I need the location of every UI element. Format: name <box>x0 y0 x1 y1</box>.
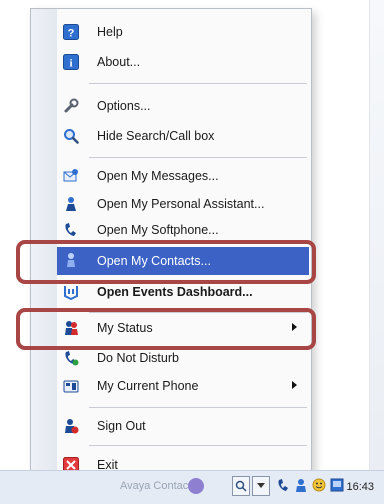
menu-item-label: Sign Out <box>97 419 146 433</box>
submenu-arrow-icon <box>292 381 297 389</box>
menu-item-label: Open Events Dashboard... <box>97 285 253 299</box>
menu-item-label: Open My Personal Assistant... <box>97 197 265 211</box>
current-phone-icon <box>62 377 80 395</box>
softphone-icon <box>62 221 80 239</box>
menu-item-label: Options... <box>97 99 151 113</box>
menu-item-label: My Current Phone <box>97 379 199 393</box>
menu-separator <box>89 83 307 84</box>
messages-icon <box>62 167 80 185</box>
tray-phone-icon[interactable] <box>276 478 290 492</box>
tray-user-icon[interactable] <box>294 478 308 492</box>
menu-item-my-current-phone[interactable]: My Current Phone <box>57 373 309 399</box>
taskbar: Avaya Contact 16:43 <box>0 470 384 504</box>
desktop-background <box>369 0 384 503</box>
menu-item-label: Hide Search/Call box <box>97 129 215 143</box>
highlight-outline-status <box>16 308 316 350</box>
menu-item-options[interactable]: Options... <box>57 93 309 119</box>
taskbar-dropdown-icon[interactable] <box>252 476 270 496</box>
taskbar-clock[interactable]: 16:43 <box>346 481 374 493</box>
presence-orb-icon[interactable] <box>188 478 204 494</box>
svg-text:?: ? <box>68 28 75 40</box>
menu-item-label: Do Not Disturb <box>97 351 179 365</box>
menu-item-open-personal-assistant[interactable]: Open My Personal Assistant... <box>57 191 309 217</box>
menu-item-label: Open My Messages... <box>97 169 219 183</box>
taskbar-search-field[interactable]: Avaya Contact <box>120 480 191 492</box>
events-dashboard-icon <box>62 283 80 301</box>
menu-item-label: Help <box>97 25 123 39</box>
tray-network-icon[interactable] <box>330 478 344 492</box>
menu-item-open-messages[interactable]: Open My Messages... <box>57 163 309 189</box>
tray-smiley-icon[interactable] <box>312 478 326 492</box>
info-icon: i <box>62 53 80 71</box>
menu-item-help[interactable]: ? Help <box>57 19 309 45</box>
menu-separator <box>89 407 307 408</box>
magnifier-icon <box>62 127 80 145</box>
menu-item-label: Open My Softphone... <box>97 223 219 237</box>
menu-item-sign-out[interactable]: Sign Out <box>57 413 309 439</box>
help-icon: ? <box>62 23 80 41</box>
svg-text:i: i <box>69 58 72 70</box>
menu-item-hide-search[interactable]: Hide Search/Call box <box>57 123 309 149</box>
personal-assistant-icon <box>62 195 80 213</box>
menu-item-about[interactable]: i About... <box>57 49 309 75</box>
menu-item-label: About... <box>97 55 141 69</box>
sign-out-icon <box>62 417 80 435</box>
wrench-icon <box>62 97 80 115</box>
menu-separator <box>89 157 307 158</box>
menu-separator <box>89 445 307 446</box>
do-not-disturb-icon <box>62 349 80 367</box>
taskbar-search-icon[interactable] <box>232 476 250 496</box>
highlight-outline-contacts <box>16 240 316 284</box>
